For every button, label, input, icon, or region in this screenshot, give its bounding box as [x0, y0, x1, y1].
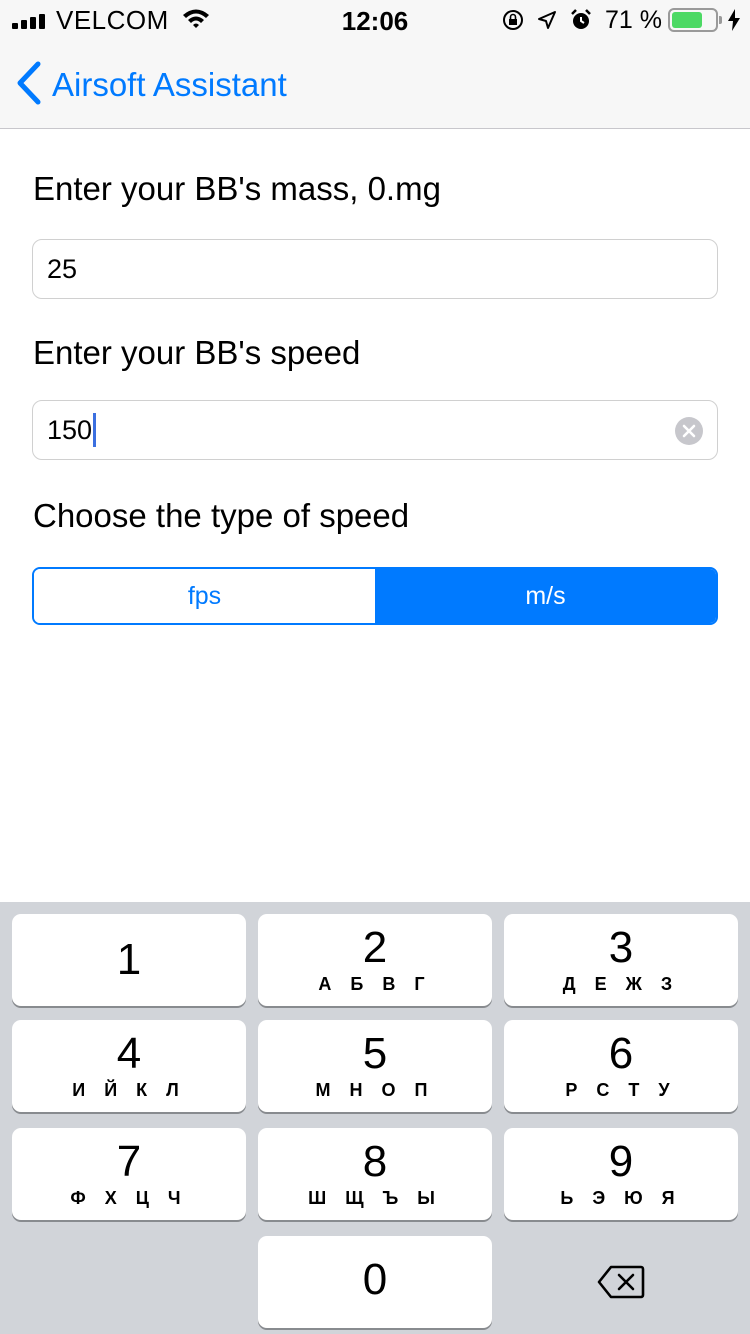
- key-letters: М Н О П: [315, 1080, 435, 1100]
- status-bar: VELCOM 12:06 71 %: [0, 0, 750, 40]
- key-digit: 6: [608, 1029, 634, 1078]
- key-1[interactable]: 1: [12, 914, 246, 1006]
- navigation-bar: Airsoft Assistant: [0, 40, 750, 129]
- speed-input[interactable]: 150: [32, 400, 718, 460]
- clear-text-button[interactable]: [675, 417, 703, 445]
- charging-icon: [728, 9, 740, 31]
- key-digit: 5: [362, 1029, 388, 1078]
- mass-input[interactable]: 25: [32, 239, 718, 299]
- back-button-label: Airsoft Assistant: [52, 66, 287, 103]
- key-2[interactable]: 2 А Б В Г: [258, 914, 492, 1006]
- key-digit: 0: [362, 1255, 388, 1304]
- key-digit: 2: [362, 923, 388, 972]
- key-letters: И Й К Л: [72, 1080, 186, 1100]
- key-4[interactable]: 4 И Й К Л: [12, 1020, 246, 1112]
- battery-fill: [672, 12, 702, 28]
- key-9[interactable]: 9 Ь Э Ю Я: [504, 1128, 738, 1220]
- key-digit: 4: [116, 1029, 142, 1078]
- delete-key[interactable]: [504, 1238, 738, 1330]
- key-letters: Р С Т У: [565, 1080, 677, 1100]
- chevron-left-icon: [16, 61, 42, 110]
- close-icon: [682, 424, 696, 438]
- key-digit: 9: [608, 1137, 634, 1186]
- key-letters: Ф Х Ц Ч: [70, 1188, 188, 1208]
- key-letters: Ш Щ Ъ Ы: [308, 1188, 442, 1208]
- mass-input-value: 25: [47, 253, 78, 284]
- backspace-icon: [597, 1265, 645, 1304]
- key-6[interactable]: 6 Р С Т У: [504, 1020, 738, 1112]
- segment-fps[interactable]: fps: [34, 569, 375, 623]
- location-icon: [537, 10, 557, 30]
- key-3[interactable]: 3 Д Е Ж З: [504, 914, 738, 1006]
- key-letters: А Б В Г: [318, 974, 432, 994]
- key-0[interactable]: 0: [258, 1236, 492, 1328]
- key-5[interactable]: 5 М Н О П: [258, 1020, 492, 1112]
- key-letters: Ь Э Ю Я: [560, 1188, 682, 1208]
- key-digit: 8: [362, 1137, 388, 1186]
- speed-type-label: Choose the type of speed: [33, 497, 410, 534]
- battery-percent: 71 %: [605, 5, 662, 34]
- speed-input-value: 150: [47, 414, 93, 445]
- segment-ms[interactable]: m/s: [375, 569, 716, 623]
- key-digit: 1: [116, 935, 142, 984]
- key-7[interactable]: 7 Ф Х Ц Ч: [12, 1128, 246, 1220]
- orientation-lock-icon: [501, 8, 525, 32]
- back-button[interactable]: Airsoft Assistant: [16, 61, 287, 110]
- speed-label: Enter your BB's speed: [33, 334, 361, 371]
- text-cursor: [93, 413, 97, 447]
- key-8[interactable]: 8 Ш Щ Ъ Ы: [258, 1128, 492, 1220]
- key-letters: Д Е Ж З: [562, 974, 680, 994]
- mass-label: Enter your BB's mass, 0.mg: [33, 170, 441, 207]
- battery-icon: [668, 8, 722, 32]
- key-digit: 7: [116, 1137, 142, 1186]
- speed-type-segmented-control: fps m/s: [32, 567, 718, 625]
- alarm-icon: [569, 8, 593, 32]
- key-digit: 3: [608, 923, 634, 972]
- status-right: 71 %: [489, 6, 740, 34]
